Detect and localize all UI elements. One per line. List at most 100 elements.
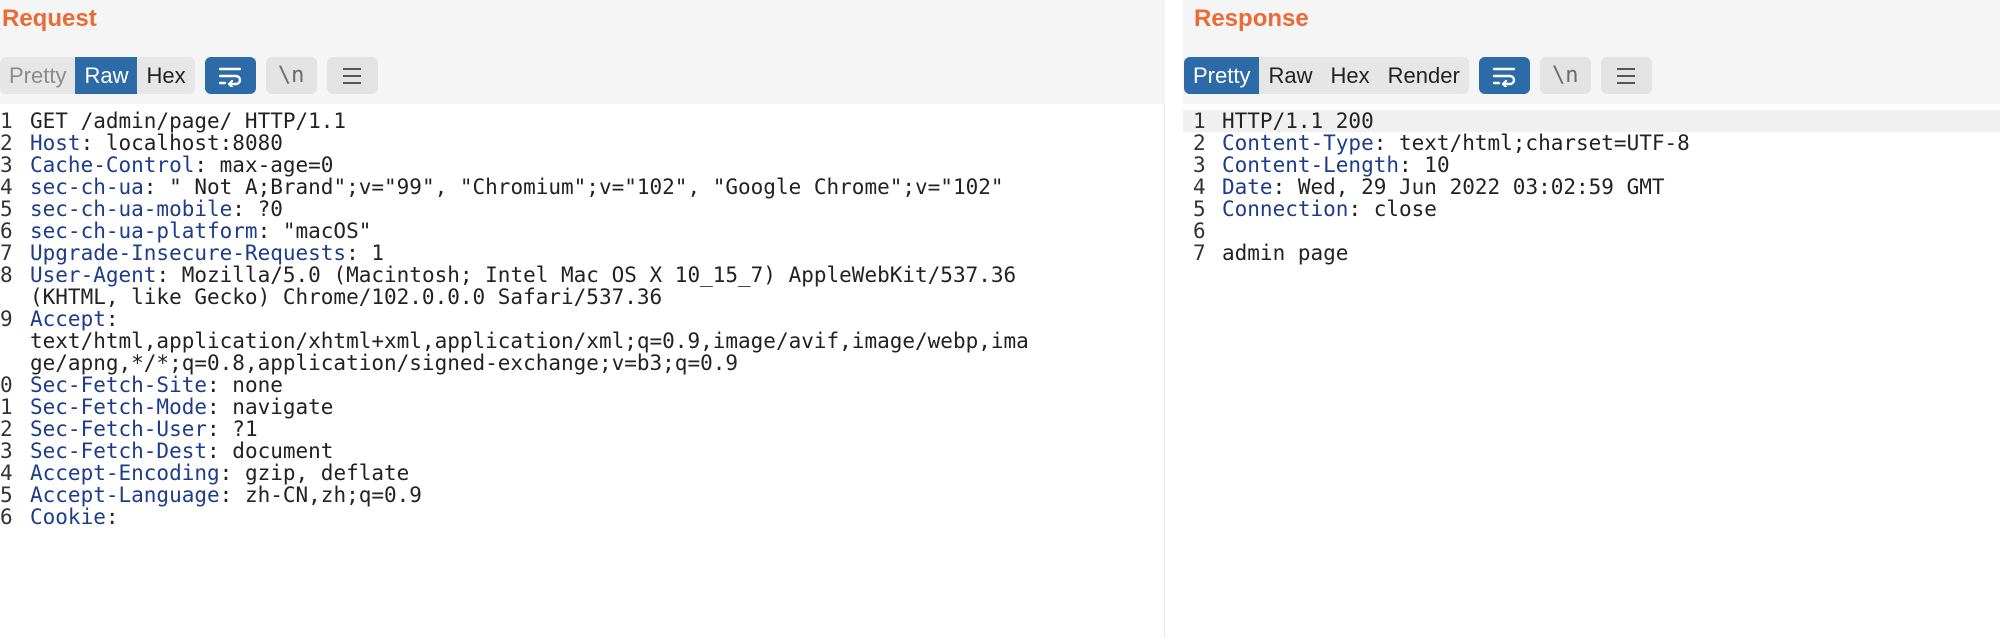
- code-line: 6: [1183, 220, 2000, 242]
- line-number: 3: [1193, 153, 1206, 177]
- line-content: admin page: [1222, 241, 1349, 265]
- response-wrap-lines-button[interactable]: [1478, 57, 1530, 94]
- line-text: Sec-Fetch-Site: none: [30, 374, 283, 396]
- code-line: 6 sec-ch-ua-platform: "macOS": [0, 220, 1164, 242]
- code-line: 2 Sec-Fetch-User: ?1: [0, 418, 1164, 440]
- code-line: 4 sec-ch-ua: " Not A;Brand";v="99", "Chro…: [0, 176, 1164, 198]
- code-line: 5 Accept-Language: zh-CN,zh;q=0.9: [0, 484, 1164, 506]
- line-content: HTTP/1.1 200: [1222, 109, 1374, 133]
- header-value: : text/html;charset=UTF-8: [1373, 131, 1690, 155]
- header-name: Cache-Control: [30, 153, 195, 177]
- request-tab-raw[interactable]: Raw: [75, 57, 138, 94]
- line-number: 4: [1193, 175, 1206, 199]
- response-tab-raw[interactable]: Raw: [1259, 57, 1321, 94]
- line-number: 0: [0, 373, 13, 397]
- response-show-newlines-button[interactable]: \n: [1539, 57, 1591, 94]
- header-name: Date: [1222, 175, 1273, 199]
- line-content: GET /admin/page/ HTTP/1.1: [30, 109, 347, 133]
- header-value: : none: [207, 373, 283, 397]
- line-text: Connection: close: [1222, 198, 1437, 220]
- header-value: : gzip, deflate: [219, 461, 410, 485]
- line-text: Upgrade-Insecure-Requests: 1: [30, 242, 384, 264]
- header-name: User-Agent: [30, 263, 157, 287]
- header-name: Accept: [30, 307, 106, 331]
- response-toolbar: Pretty Raw Hex Render \n: [1184, 57, 1652, 94]
- line-text: sec-ch-ua: " Not A;Brand";v="99", "Chrom…: [30, 176, 1004, 198]
- line-text: text/html,application/xhtml+xml,applicat…: [30, 330, 1029, 352]
- code-line: 9 Accept:: [0, 308, 1164, 330]
- code-line: (KHTML, like Gecko) Chrome/102.0.0.0 Saf…: [0, 286, 1164, 308]
- line-text: HTTP/1.1 200: [1222, 110, 1374, 132]
- header-name: Upgrade-Insecure-Requests: [30, 241, 347, 265]
- line-number: 8: [0, 263, 13, 287]
- line-number: 9: [0, 307, 13, 331]
- line-number: 1: [0, 109, 13, 133]
- request-panel: Request Pretty Raw Hex \n 1 GET /admin/p…: [0, 0, 1165, 638]
- header-name: Cookie: [30, 505, 106, 529]
- line-number: 3: [0, 439, 13, 463]
- line-number: 4: [0, 175, 13, 199]
- header-value: : localhost:8080: [80, 131, 283, 155]
- header-name: Content-Type: [1222, 131, 1374, 155]
- request-menu-button[interactable]: [326, 57, 378, 94]
- header-value: : Wed, 29 Jun 2022 03:02:59 GMT: [1272, 175, 1665, 199]
- line-content: text/html,application/xhtml+xml,applicat…: [30, 329, 1029, 353]
- request-wrap-lines-button[interactable]: [204, 57, 256, 94]
- response-menu-button[interactable]: [1600, 57, 1652, 94]
- code-line: 3 Cache-Control: max-age=0: [0, 154, 1164, 176]
- line-text: GET /admin/page/ HTTP/1.1: [30, 110, 346, 132]
- line-text: Sec-Fetch-User: ?1: [30, 418, 258, 440]
- header-value: : max-age=0: [194, 153, 334, 177]
- line-number: 7: [0, 241, 13, 265]
- header-name: Accept-Encoding: [30, 461, 220, 485]
- line-text: (KHTML, like Gecko) Chrome/102.0.0.0 Saf…: [30, 286, 662, 308]
- request-show-newlines-button[interactable]: \n: [265, 57, 317, 94]
- response-title: Response: [1194, 5, 1309, 32]
- header-name: Sec-Fetch-User: [30, 417, 208, 441]
- header-value: :: [105, 505, 119, 529]
- line-number: 6: [1193, 219, 1206, 243]
- response-editor[interactable]: 1 HTTP/1.1 200 2 Content-Type: text/html;ch…: [1183, 104, 2000, 638]
- response-tab-render[interactable]: Render: [1379, 57, 1469, 94]
- response-tab-pretty[interactable]: Pretty: [1184, 57, 1260, 94]
- header-value: :: [105, 307, 119, 331]
- header-name: Host: [30, 131, 81, 155]
- line-number: 1: [1193, 109, 1206, 133]
- header-value: : "macOS": [257, 219, 372, 243]
- line-text: Accept-Language: zh-CN,zh;q=0.9: [30, 484, 422, 506]
- header-name: Content-Length: [1222, 153, 1400, 177]
- header-value: : zh-CN,zh;q=0.9: [219, 483, 422, 507]
- response-view-tabs: Pretty Raw Hex Render: [1184, 57, 1469, 94]
- line-text: Date: Wed, 29 Jun 2022 03:02:59 GMT: [1222, 176, 1665, 198]
- request-tab-pretty[interactable]: Pretty: [0, 57, 75, 94]
- http-message-viewer: Request Pretty Raw Hex \n 1 GET /admin/p…: [0, 0, 2000, 638]
- header-value: : close: [1348, 197, 1437, 221]
- header-value: : 1: [346, 241, 385, 265]
- hamburger-menu-icon: [343, 67, 362, 84]
- code-line: ge/apng,*/*;q=0.8,application/signed-exc…: [0, 352, 1164, 374]
- header-value: : ?1: [207, 417, 258, 441]
- line-text: Cookie:: [30, 506, 119, 528]
- line-text: sec-ch-ua-mobile: ?0: [30, 198, 283, 220]
- line-number: 5: [1193, 197, 1206, 221]
- header-value: : ?0: [232, 197, 283, 221]
- line-text: Accept:: [30, 308, 119, 330]
- line-text: User-Agent: Mozilla/5.0 (Macintosh; Inte…: [30, 264, 1016, 286]
- header-name: sec-ch-ua: [30, 175, 144, 199]
- wrap-lines-icon: [1493, 67, 1516, 87]
- code-line: 1 HTTP/1.1 200: [1183, 110, 2000, 132]
- response-tab-hex[interactable]: Hex: [1321, 57, 1378, 94]
- line-text: admin page: [1222, 242, 1348, 264]
- line-number: 3: [0, 153, 13, 177]
- code-line: 1 Sec-Fetch-Mode: navigate: [0, 396, 1164, 418]
- header-name: Sec-Fetch-Dest: [30, 439, 208, 463]
- line-number: 5: [0, 197, 13, 221]
- code-line: 2 Content-Type: text/html;charset=UTF-8: [1183, 132, 2000, 154]
- line-number: 2: [0, 131, 13, 155]
- header-value: : document: [207, 439, 334, 463]
- request-editor[interactable]: 1 GET /admin/page/ HTTP/1.1 2 Host: localho…: [0, 104, 1165, 638]
- line-text: Content-Length: 10: [1222, 154, 1450, 176]
- header-name: Sec-Fetch-Mode: [30, 395, 208, 419]
- code-line: 0 Sec-Fetch-Site: none: [0, 374, 1164, 396]
- request-tab-hex[interactable]: Hex: [137, 57, 194, 94]
